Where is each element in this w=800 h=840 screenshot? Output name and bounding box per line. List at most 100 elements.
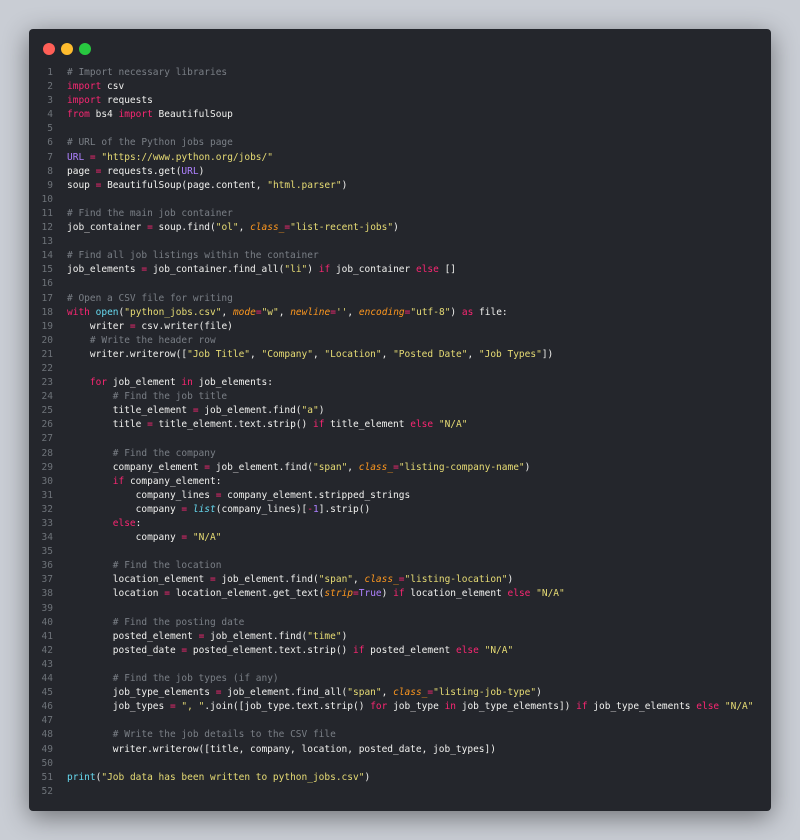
line-number: 34	[41, 532, 53, 544]
code-token: job_element	[107, 377, 182, 389]
code-token: )	[307, 264, 319, 276]
code-line: 37 location_element = job_element.find("…	[29, 573, 771, 587]
code-line: 4 from bs4 import BeautifulSoup	[29, 108, 771, 122]
code-token: (company_lines)[	[215, 503, 308, 515]
code-token: ", "	[181, 701, 205, 713]
code-line: 15 job_elements = job_container.find_all(…	[29, 263, 771, 277]
code-token: encoding	[358, 306, 405, 318]
code-token: import	[67, 81, 102, 93]
code-token: print	[67, 771, 96, 783]
code-token: newline	[290, 306, 331, 318]
code-line: 42 posted_date = posted_element.text.str…	[29, 644, 771, 658]
code-token: soup.find(	[152, 222, 216, 234]
code-token: if	[393, 588, 405, 600]
close-button[interactable]	[43, 43, 55, 55]
code-token: for	[370, 701, 388, 713]
line-number: 9	[47, 179, 53, 191]
code-text: else:	[67, 517, 142, 531]
code-token: else	[696, 701, 720, 713]
code-token: BeautifulSoup(page.content,	[101, 179, 268, 191]
code-token: class_	[250, 222, 285, 234]
line-number: 32	[41, 503, 53, 515]
code-token: "html.parser"	[267, 179, 342, 191]
code-editor[interactable]: 1 # Import necessary libraries 2 import csv…	[29, 66, 771, 799]
code-line: 25 title_element = job_element.find("a")	[29, 404, 771, 418]
code-line: 35	[29, 545, 771, 559]
code-token: "utf-8"	[410, 306, 451, 318]
code-text: title_element = job_element.find("a")	[67, 404, 325, 418]
code-token: class_	[364, 574, 399, 586]
code-line: 26 title = title_element.text.strip() if…	[29, 418, 771, 432]
code-token: "li"	[284, 264, 308, 276]
code-token: # Find the main job container	[67, 207, 233, 219]
code-token: title_element	[324, 419, 411, 431]
code-token: ,	[353, 574, 365, 586]
code-token: job_type_elements	[67, 687, 216, 699]
code-token: "Location"	[324, 348, 382, 360]
code-token: ,	[347, 306, 359, 318]
code-token: from	[67, 109, 90, 121]
code-token: ''	[335, 306, 348, 318]
code-text: # Write the job details to the CSV file	[67, 728, 336, 742]
minimize-button[interactable]	[61, 43, 73, 55]
line-number: 22	[41, 362, 53, 374]
code-token: # Open a CSV file for writing	[67, 292, 233, 304]
code-text: company = list(company_lines)[-1].strip(…	[67, 503, 371, 517]
code-token: soup	[67, 179, 96, 191]
maximize-button[interactable]	[79, 43, 91, 55]
code-text: job_type_elements = job_element.find_all…	[67, 686, 542, 700]
code-text: # Find the company	[67, 447, 216, 461]
line-number: 43	[41, 658, 53, 670]
line-number: 51	[41, 771, 53, 783]
code-token: :	[135, 518, 142, 529]
line-number: 16	[41, 278, 53, 290]
line-number: 13	[41, 236, 53, 248]
line-number: 7	[47, 151, 53, 163]
line-number: 4	[47, 109, 53, 121]
code-token: posted_element	[364, 644, 456, 656]
code-text: # Find all job listings within the conta…	[67, 249, 319, 263]
line-number: 37	[41, 574, 53, 586]
code-token: mode	[232, 306, 256, 318]
code-line: 29 company_element = job_element.find("s…	[29, 461, 771, 475]
code-line: 19 writer = csv.writer(file)	[29, 320, 771, 334]
code-token: job_element.find(	[204, 630, 308, 642]
line-number: 1	[47, 67, 53, 78]
line-number: 15	[41, 264, 53, 276]
code-token: company_element.stripped_strings	[221, 489, 411, 501]
code-token: "N/A"	[724, 701, 754, 713]
code-text: job_container = soup.find("ol", class_="…	[67, 221, 399, 235]
code-token: else	[455, 644, 479, 656]
code-line: 9 soup = BeautifulSoup(page.content, "htm…	[29, 179, 771, 193]
code-token: location_element	[67, 574, 210, 586]
line-number: 47	[41, 715, 53, 727]
line-number: 3	[47, 95, 53, 107]
code-text: import csv	[67, 80, 124, 94]
code-token: "Posted Date"	[393, 348, 468, 360]
line-number: 23	[41, 377, 53, 389]
code-line: 12 job_container = soup.find("ol", class_…	[29, 221, 771, 235]
code-line: 2 import csv	[29, 80, 771, 94]
code-token: ,	[250, 348, 262, 360]
code-token: file:	[473, 306, 508, 318]
code-token: # Find the company	[112, 447, 216, 459]
code-text: location_element = job_element.find("spa…	[67, 573, 513, 587]
code-token: if	[112, 475, 125, 487]
code-line: 22	[29, 362, 771, 376]
code-line: 24 # Find the job title	[29, 390, 771, 404]
code-line: 23 for job_element in job_elements:	[29, 376, 771, 390]
code-token: URL	[181, 165, 199, 177]
code-token: "listing-job-type"	[433, 687, 537, 699]
code-token: if	[312, 419, 325, 431]
line-number: 26	[41, 419, 53, 431]
code-line: 28 # Find the company	[29, 447, 771, 461]
line-number: 2	[47, 81, 53, 93]
code-token: "Job Title"	[187, 348, 251, 360]
code-token: "ol"	[215, 222, 239, 234]
line-number: 17	[41, 292, 53, 304]
code-token: "listing-location"	[404, 574, 508, 586]
